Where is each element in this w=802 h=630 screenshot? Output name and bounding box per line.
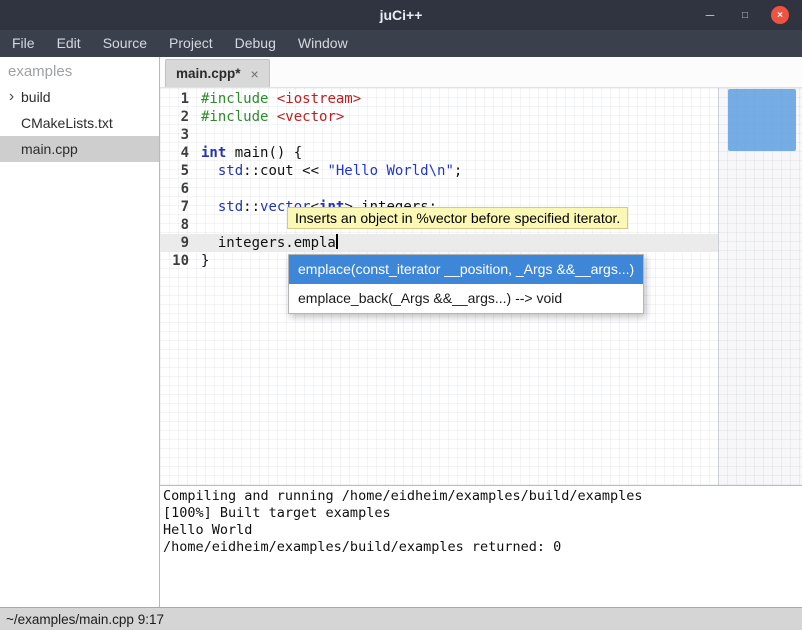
line-number: 9 — [160, 234, 196, 252]
code-token: integers.empla — [201, 235, 336, 251]
line-number: 2 — [160, 108, 196, 126]
minimize-button[interactable]: ─ — [701, 6, 719, 24]
code-token — [201, 163, 218, 179]
code-line: 6 — [160, 180, 718, 198]
file-tree-sidebar: examples ›build CMakeLists.txt main.cpp — [0, 57, 160, 607]
code-line: 5 std::cout << "Hello World\n"; — [160, 162, 718, 180]
line-number: 3 — [160, 126, 196, 144]
close-icon: × — [777, 10, 783, 21]
terminal-line: /home/eidheim/examples/build/examples re… — [163, 539, 802, 556]
window-controls: ─ □ × — [701, 6, 802, 24]
code-token: #include — [201, 91, 268, 107]
code-line: 4int main() { — [160, 144, 718, 162]
code-text: #include <iostream> — [196, 90, 361, 108]
tab-bar: main.cpp* × — [160, 57, 802, 88]
code-token: std — [218, 199, 243, 215]
code-token: main() { — [226, 145, 302, 161]
line-number: 8 — [160, 216, 196, 234]
line-number: 6 — [160, 180, 196, 198]
line-number: 5 — [160, 162, 196, 180]
sidebar-item-label: CMakeLists.txt — [21, 115, 113, 131]
terminal-line: Hello World — [163, 522, 802, 539]
window-title: juCi++ — [0, 7, 802, 23]
sidebar-item-main-cpp[interactable]: main.cpp — [0, 136, 159, 162]
line-number: 7 — [160, 198, 196, 216]
menubar: FileEditSourceProjectDebugWindow — [0, 30, 802, 57]
code-token: #include — [201, 109, 268, 125]
editor-column: main.cpp*× 1#include <iostream>2#include… — [160, 57, 802, 607]
maximize-icon: □ — [742, 10, 748, 21]
status-file-position: ~/examples/main.cpp 9:17 — [6, 612, 164, 627]
code-text — [196, 126, 201, 144]
code-line: 2#include <vector> — [160, 108, 718, 126]
code-token — [201, 199, 218, 215]
terminal-line: [100%] Built target examples — [163, 505, 802, 522]
code-text: integers.empla — [196, 234, 338, 252]
code-line: 3 — [160, 126, 718, 144]
code-token: ::cout << — [243, 163, 327, 179]
code-token: std — [218, 163, 243, 179]
code-text — [196, 216, 201, 234]
code-text — [196, 180, 201, 198]
main-area: examples ›build CMakeLists.txt main.cpp ma… — [0, 57, 802, 607]
tab-label: main.cpp* — [176, 66, 241, 81]
code-text: } — [196, 252, 209, 270]
sidebar-item-build[interactable]: ›build — [0, 84, 159, 110]
tab-main-cpp[interactable]: main.cpp* × — [165, 59, 270, 87]
code-token: <vector> — [277, 109, 344, 125]
code-text: #include <vector> — [196, 108, 344, 126]
terminal-line: Compiling and running /home/eidheim/exam… — [163, 488, 802, 505]
menu-edit[interactable]: Edit — [46, 30, 92, 57]
autocomplete-popup: emplace(const_iterator __position, _Args… — [288, 254, 644, 314]
menu-file[interactable]: File — [1, 30, 46, 57]
code-token — [268, 109, 276, 125]
code-text: std::cout << "Hello World\n"; — [196, 162, 462, 180]
code-token: "Hello World\n" — [327, 163, 453, 179]
terminal-output: Compiling and running /home/eidheim/exam… — [163, 488, 802, 556]
line-number: 1 — [160, 90, 196, 108]
completion-item[interactable]: emplace_back(_Args &&__args...) --> void — [289, 284, 643, 313]
menu-debug[interactable]: Debug — [224, 30, 287, 57]
sidebar-item-label: main.cpp — [21, 141, 78, 157]
text-cursor — [336, 234, 338, 249]
minimap-slider[interactable] — [728, 89, 796, 151]
code-text: int main() { — [196, 144, 302, 162]
doc-tooltip: Inserts an object in %vector before spec… — [287, 207, 628, 229]
code-token: } — [201, 253, 209, 269]
file-tree: ›build CMakeLists.txt main.cpp — [0, 84, 159, 162]
code-line: 9 integers.empla — [160, 234, 718, 252]
completion-item[interactable]: emplace(const_iterator __position, _Args… — [289, 255, 643, 284]
code-line: 1#include <iostream> — [160, 90, 718, 108]
maximize-button[interactable]: □ — [736, 6, 754, 24]
line-number: 4 — [160, 144, 196, 162]
sidebar-item-label: build — [21, 89, 51, 105]
close-button[interactable]: × — [771, 6, 789, 24]
chevron-right-icon: › — [4, 89, 19, 105]
sidebar-item-cmakelists-txt[interactable]: CMakeLists.txt — [0, 110, 159, 136]
code-token: <iostream> — [277, 91, 361, 107]
build-output-panel: Compiling and running /home/eidheim/exam… — [160, 485, 802, 607]
line-number: 10 — [160, 252, 196, 270]
minimize-icon: ─ — [706, 8, 715, 22]
tab-close-icon[interactable]: × — [251, 66, 259, 82]
menu-source[interactable]: Source — [92, 30, 158, 57]
titlebar[interactable]: juCi++ ─ □ × — [0, 0, 802, 30]
code-token: :: — [243, 199, 260, 215]
status-bar: ~/examples/main.cpp 9:17 — [0, 607, 802, 630]
jucipp-window: juCi++ ─ □ × FileEditSourceProjectDebugWin… — [0, 0, 802, 630]
code-token: ; — [454, 163, 462, 179]
menu-project[interactable]: Project — [158, 30, 224, 57]
code-token — [268, 91, 276, 107]
project-name-label: examples — [0, 57, 159, 84]
code-token: int — [201, 145, 226, 161]
menu-window[interactable]: Window — [287, 30, 359, 57]
editor[interactable]: 1#include <iostream>2#include <vector>34… — [160, 88, 802, 485]
code-area[interactable]: 1#include <iostream>2#include <vector>34… — [160, 90, 718, 270]
